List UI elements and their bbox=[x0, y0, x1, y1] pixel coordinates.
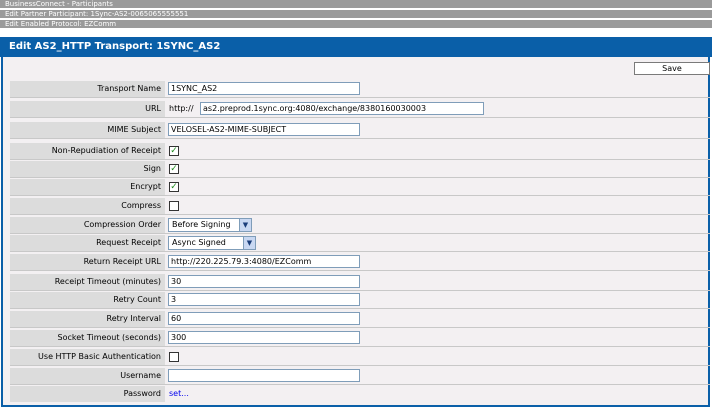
retry-count-input[interactable]: 3 bbox=[168, 293, 360, 306]
encrypt-label: Encrypt bbox=[10, 179, 165, 195]
page-title: Edit AS2_HTTP Transport: 1SYNC_AS2 bbox=[0, 37, 712, 57]
http-basic-auth-label: Use HTTP Basic Authentication bbox=[10, 349, 165, 365]
http-basic-auth-checkbox[interactable] bbox=[169, 352, 179, 362]
mime-subject-input[interactable]: VELOSEL-AS2-MIME-SUBJECT bbox=[168, 123, 360, 136]
breadcrumb-partner-participant[interactable]: Edit Partner Participant: 1Sync-AS2-0065… bbox=[0, 10, 712, 18]
return-receipt-url-label: Return Receipt URL bbox=[10, 254, 165, 270]
retry-interval-label: Retry Interval bbox=[10, 311, 165, 327]
row-transport-name: Transport Name 1SYNC_AS2 bbox=[10, 81, 710, 98]
request-receipt-select[interactable]: Async Signed ▼ bbox=[168, 236, 256, 250]
transport-name-label: Transport Name bbox=[10, 81, 165, 97]
receipt-timeout-label: Receipt Timeout (minutes) bbox=[10, 274, 165, 290]
row-username: Username bbox=[10, 368, 710, 385]
socket-timeout-label: Socket Timeout (seconds) bbox=[10, 330, 165, 346]
compression-order-value: Before Signing bbox=[172, 220, 231, 229]
compression-order-select[interactable]: Before Signing ▼ bbox=[168, 218, 252, 232]
row-socket-timeout: Socket Timeout (seconds) 300 bbox=[10, 330, 710, 347]
request-receipt-label: Request Receipt bbox=[10, 235, 165, 251]
save-button[interactable]: Save bbox=[634, 62, 710, 75]
row-compression-order: Compression Order Before Signing ▼ bbox=[10, 217, 710, 234]
non-repudiation-checkbox[interactable]: ✓ bbox=[169, 146, 179, 156]
username-label: Username bbox=[10, 368, 165, 384]
row-url: URL http:// as2.preprod.1sync.org:4080/e… bbox=[10, 101, 710, 118]
row-password: Password set... bbox=[10, 386, 710, 403]
retry-count-label: Retry Count bbox=[10, 292, 165, 308]
retry-interval-input[interactable]: 60 bbox=[168, 312, 360, 325]
row-retry-interval: Retry Interval 60 bbox=[10, 311, 710, 328]
breadcrumb-participants[interactable]: BusinessConnect - Participants bbox=[0, 0, 712, 8]
non-repudiation-label: Non-Repudiation of Receipt bbox=[10, 143, 165, 159]
transport-name-input[interactable]: 1SYNC_AS2 bbox=[168, 82, 360, 95]
row-receipt-timeout: Receipt Timeout (minutes) 30 bbox=[10, 274, 710, 291]
chevron-down-icon: ▼ bbox=[243, 237, 255, 249]
password-set-link[interactable]: set... bbox=[169, 386, 189, 402]
row-retry-count: Retry Count 3 bbox=[10, 292, 710, 309]
row-http-basic-auth: Use HTTP Basic Authentication bbox=[10, 349, 710, 366]
row-mime-subject: MIME Subject VELOSEL-AS2-MIME-SUBJECT bbox=[10, 122, 710, 139]
encrypt-checkbox[interactable]: ✓ bbox=[169, 182, 179, 192]
receipt-timeout-input[interactable]: 30 bbox=[168, 275, 360, 288]
url-input[interactable]: as2.preprod.1sync.org:4080/exchange/8380… bbox=[200, 102, 484, 115]
row-sign: Sign ✓ bbox=[10, 161, 710, 178]
compress-checkbox[interactable] bbox=[169, 201, 179, 211]
compression-order-label: Compression Order bbox=[10, 217, 165, 233]
url-scheme-prefix: http:// bbox=[169, 104, 194, 113]
username-input[interactable] bbox=[168, 369, 360, 382]
row-non-repudiation: Non-Repudiation of Receipt ✓ bbox=[10, 143, 710, 160]
row-request-receipt: Request Receipt Async Signed ▼ bbox=[10, 235, 710, 252]
row-encrypt: Encrypt ✓ bbox=[10, 179, 710, 196]
row-compress: Compress bbox=[10, 198, 710, 215]
chevron-down-icon: ▼ bbox=[239, 219, 251, 231]
breadcrumb-enabled-protocol[interactable]: Edit Enabled Protocol: EZComm bbox=[0, 20, 712, 28]
mime-subject-label: MIME Subject bbox=[10, 122, 165, 138]
password-label: Password bbox=[10, 386, 165, 402]
row-return-receipt-url: Return Receipt URL http://220.225.79.3:4… bbox=[10, 254, 710, 271]
socket-timeout-input[interactable]: 300 bbox=[168, 331, 360, 344]
transport-form: Transport Name 1SYNC_AS2 URL http:// as2… bbox=[10, 81, 710, 403]
sign-checkbox[interactable]: ✓ bbox=[169, 164, 179, 174]
request-receipt-value: Async Signed bbox=[172, 238, 226, 247]
sign-label: Sign bbox=[10, 161, 165, 177]
url-label: URL bbox=[10, 101, 165, 117]
compress-label: Compress bbox=[10, 198, 165, 214]
return-receipt-url-input[interactable]: http://220.225.79.3:4080/EZComm bbox=[168, 255, 360, 268]
